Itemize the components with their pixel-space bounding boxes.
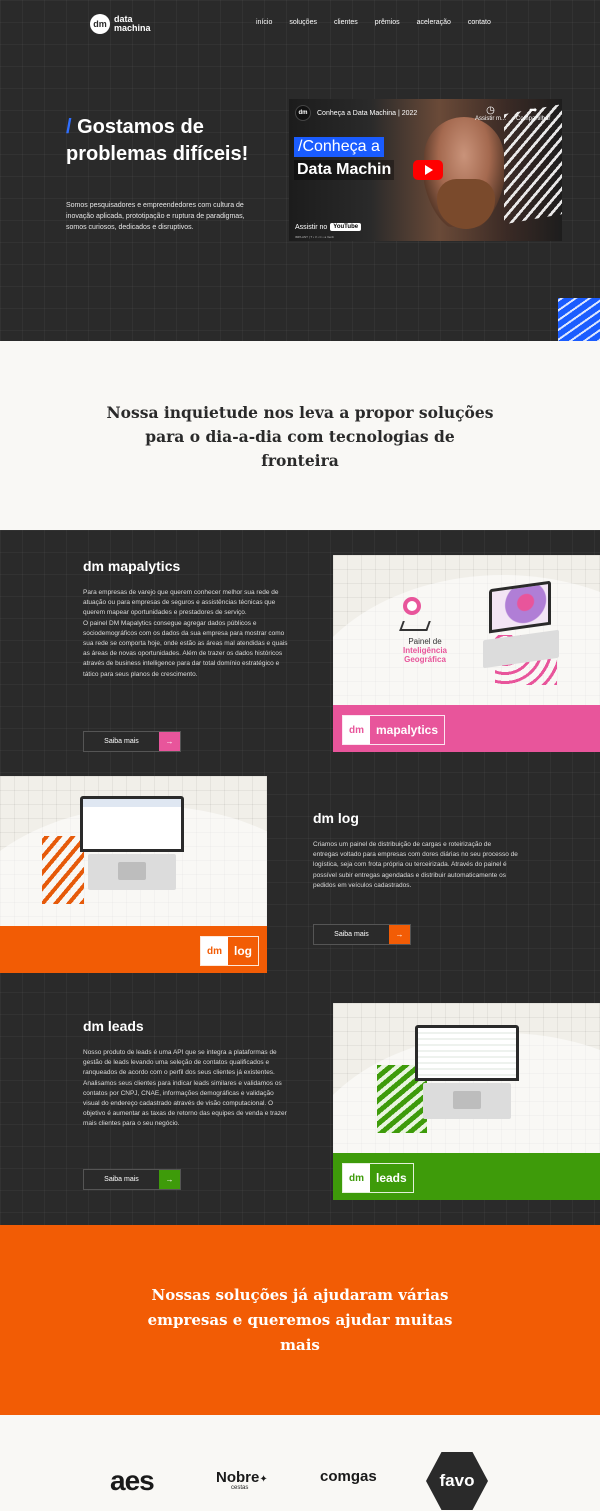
badge-dm: dm (201, 937, 228, 965)
product-description: Criamos um painel de distribuição de car… (313, 841, 518, 889)
product-badge: dm mapalytics (342, 715, 446, 745)
card-scene (0, 776, 267, 973)
video-overlay-line-2: Data Machin (294, 160, 395, 180)
panel-label-line-1: Painel de (408, 637, 442, 646)
product-description: O painel DM Mapalytics consegue agregar … (83, 619, 288, 678)
product-badge: dm leads (342, 1163, 414, 1193)
laptop-screen (415, 1025, 519, 1081)
map-pin-icon (403, 597, 421, 615)
product-card-mapalytics: Painel de Inteligência Geográfica dm map… (333, 555, 600, 752)
main-nav: início soluções clientes prêmios acelera… (256, 19, 491, 26)
saiba-mais-button[interactable]: Saiba mais → (313, 924, 411, 945)
badge-dm: dm (343, 716, 370, 744)
saiba-mais-button[interactable]: Saiba mais → (83, 1169, 181, 1190)
product-card-log: dm log (0, 776, 267, 973)
watch-on-youtube[interactable]: Assistir no YouTube (295, 223, 362, 231)
logo-mark: dm (90, 14, 110, 34)
hero-description: Somos pesquisadores e empreendedores com… (66, 202, 245, 231)
arrow-right-icon: → (159, 732, 180, 751)
tagline-text: Nossa inquietude nos leva a propor soluç… (106, 402, 494, 470)
products-section: dm mapalytics Para empresas de varejo qu… (0, 530, 600, 1225)
client-logo-comgas: comgas (320, 1468, 377, 1485)
product-mapalytics: dm mapalytics Para empresas de varejo qu… (83, 558, 288, 680)
nav-aceleracao[interactable]: aceleração (417, 19, 451, 26)
logo-wordmark: data machina (114, 15, 151, 33)
hero-section: dm data machina início soluções clientes… (0, 0, 600, 341)
nav-solucoes[interactable]: soluções (289, 19, 317, 26)
laptop-illustration (78, 796, 188, 896)
badge-dm: dm (343, 1164, 370, 1192)
video-embed[interactable]: dm Conheça a Data Machina | 2022 ◷ Assis… (289, 99, 562, 241)
nav-premios[interactable]: prêmios (375, 19, 400, 26)
badge-name: log (234, 944, 252, 958)
laptop-trackpad (118, 862, 146, 880)
channel-avatar[interactable]: dm (295, 105, 311, 121)
badge-name: mapalytics (376, 723, 439, 737)
sparkle-icon: ✦ (259, 1474, 268, 1485)
logo-line-2: machina (114, 23, 151, 33)
logo[interactable]: dm data machina (90, 14, 151, 34)
hero-slash: / (66, 116, 72, 138)
laptop-screen (489, 580, 551, 634)
watch-later-button[interactable]: ◷ Assistir m... (475, 105, 506, 122)
saiba-mais-label: Saiba mais (334, 931, 369, 938)
nav-clientes[interactable]: clientes (334, 19, 358, 26)
tagline-section: Nossa inquietude nos leva a propor soluç… (0, 341, 600, 530)
product-title: dm mapalytics (83, 558, 181, 574)
cta-section: Nossas soluções já ajudaram várias empre… (0, 1225, 600, 1415)
clients-section (0, 1415, 600, 1511)
client-logo-aes: aes (110, 1465, 155, 1496)
play-button[interactable] (413, 160, 443, 180)
card-scene (333, 1003, 600, 1200)
panel-label-line-2: Inteligência (402, 646, 447, 655)
arrow-right-icon: → (159, 1170, 180, 1189)
product-title: dm log (313, 810, 359, 826)
arrow-right-icon: → (389, 925, 410, 944)
saiba-mais-button[interactable]: Saiba mais → (83, 731, 181, 752)
video-header: dm Conheça a Data Machina | 2022 (295, 105, 417, 121)
badge-name: leads (376, 1171, 407, 1185)
product-card-leads: dm leads (333, 1003, 600, 1200)
product-badge: dm log (200, 936, 259, 966)
hero-title-text: Gostamos de problemas difíceis! (66, 116, 249, 165)
cta-text: Nossas soluções já ajudaram várias empre… (147, 1285, 453, 1354)
product-description: Nosso produto de leads é uma API que se … (83, 1049, 287, 1128)
video-title[interactable]: Conheça a Data Machina | 2022 (317, 110, 417, 117)
clock-icon: ◷ (486, 105, 495, 116)
watch-on-label: Assistir no (295, 223, 328, 231)
map-icon (399, 621, 431, 631)
share-label: Compartilhar (516, 116, 551, 122)
product-title: dm leads (83, 1018, 144, 1034)
product-leads: dm leads Nosso produto de leads é uma AP… (83, 1018, 288, 1130)
client-logo-nobre: Nobre✦ cestas (216, 1469, 268, 1491)
share-icon: ➦ (528, 105, 538, 116)
youtube-logo: YouTube (330, 223, 362, 231)
saiba-mais-label: Saiba mais (104, 1176, 139, 1183)
watch-later-label: Assistir m... (475, 116, 506, 122)
hero-title: / Gostamos de problemas difíceis! (66, 114, 266, 168)
saiba-mais-label: Saiba mais (104, 738, 139, 745)
laptop-base (483, 629, 559, 669)
laptop-illustration (483, 580, 563, 669)
product-description: Para empresas de varejo que querem conhe… (83, 589, 279, 617)
laptop-screen (80, 796, 184, 852)
laptop-illustration (413, 1025, 523, 1125)
video-overlay-line-1: /Conheça a (294, 137, 384, 157)
panel-label-line-3: Geográfica (404, 655, 446, 664)
hero-stripe-pattern (558, 298, 600, 341)
nav-contato[interactable]: contato (468, 19, 491, 26)
nobre-wordmark: Nobre (216, 1469, 260, 1486)
nav-inicio[interactable]: início (256, 19, 272, 26)
product-log: dm log Criamos um painel de distribuição… (313, 810, 518, 891)
video-credit: IMPLANT | T • V • C • a Verdi (295, 235, 334, 239)
share-button[interactable]: ➦ Compartilhar (516, 105, 550, 122)
card-scene: Painel de Inteligência Geográfica (333, 555, 600, 752)
panel-label: Painel de Inteligência Geográfica (385, 637, 465, 664)
laptop-trackpad (453, 1091, 481, 1109)
